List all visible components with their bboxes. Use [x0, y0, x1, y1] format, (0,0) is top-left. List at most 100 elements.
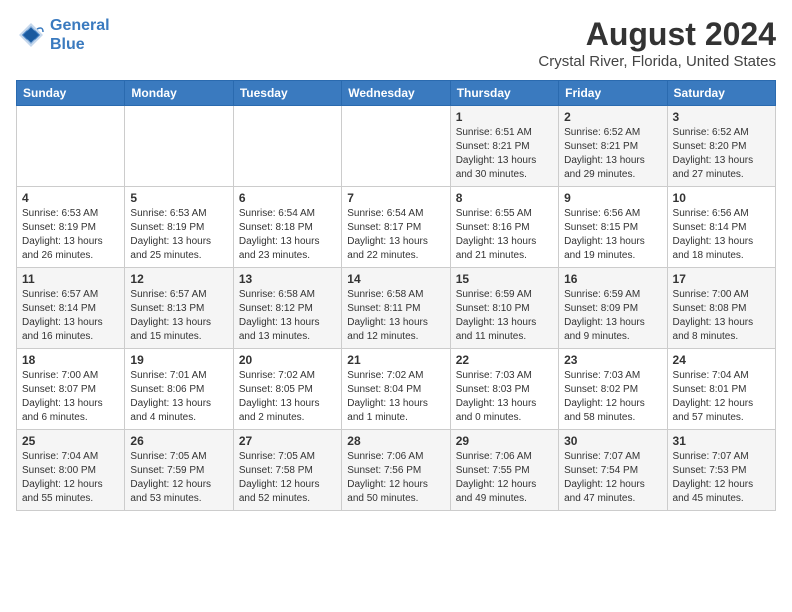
day-info: Sunrise: 7:03 AM Sunset: 8:03 PM Dayligh… — [456, 369, 553, 425]
calendar-table: SundayMondayTuesdayWednesdayThursdayFrid… — [16, 80, 776, 511]
day-info: Sunrise: 6:56 AM Sunset: 8:15 PM Dayligh… — [564, 207, 661, 263]
day-number: 7 — [347, 191, 444, 205]
logo-text: General Blue — [50, 16, 110, 54]
day-info: Sunrise: 6:51 AM Sunset: 8:21 PM Dayligh… — [456, 126, 553, 182]
day-number: 11 — [22, 272, 119, 286]
day-number: 14 — [347, 272, 444, 286]
header-thursday: Thursday — [450, 81, 558, 106]
day-info: Sunrise: 7:04 AM Sunset: 8:00 PM Dayligh… — [22, 450, 119, 506]
day-number: 26 — [130, 434, 227, 448]
calendar-cell: 30 Sunrise: 7:07 AM Sunset: 7:54 PM Dayli… — [559, 430, 667, 511]
calendar-cell: 12 Sunrise: 6:57 AM Sunset: 8:13 PM Dayli… — [125, 268, 233, 349]
day-number: 6 — [239, 191, 336, 205]
day-info: Sunrise: 6:55 AM Sunset: 8:16 PM Dayligh… — [456, 207, 553, 263]
day-info: Sunrise: 6:59 AM Sunset: 8:09 PM Dayligh… — [564, 288, 661, 344]
header-friday: Friday — [559, 81, 667, 106]
header-monday: Monday — [125, 81, 233, 106]
week-row-1: 1 Sunrise: 6:51 AM Sunset: 8:21 PM Daylig… — [17, 106, 776, 187]
day-number: 5 — [130, 191, 227, 205]
day-info: Sunrise: 7:05 AM Sunset: 7:58 PM Dayligh… — [239, 450, 336, 506]
calendar-cell: 17 Sunrise: 7:00 AM Sunset: 8:08 PM Dayli… — [667, 268, 775, 349]
calendar-cell: 11 Sunrise: 6:57 AM Sunset: 8:14 PM Dayli… — [17, 268, 125, 349]
page-title: August 2024 — [538, 16, 776, 53]
logo-icon — [16, 20, 46, 50]
day-number: 10 — [673, 191, 770, 205]
calendar-cell: 23Sunrise: 7:03 AM Sunset: 8:02 PM Dayli… — [559, 349, 667, 430]
day-info: Sunrise: 7:01 AM Sunset: 8:06 PM Dayligh… — [130, 369, 227, 425]
day-number: 18 — [22, 353, 119, 367]
calendar-cell: 25Sunrise: 7:04 AM Sunset: 8:00 PM Dayli… — [17, 430, 125, 511]
calendar-cell: 7 Sunrise: 6:54 AM Sunset: 8:17 PM Daylig… — [342, 187, 450, 268]
calendar-cell — [342, 106, 450, 187]
day-number: 22 — [456, 353, 553, 367]
day-number: 3 — [673, 110, 770, 124]
day-info: Sunrise: 7:07 AM Sunset: 7:54 PM Dayligh… — [564, 450, 661, 506]
calendar-cell: 28 Sunrise: 7:06 AM Sunset: 7:56 PM Dayli… — [342, 430, 450, 511]
calendar-cell: 13 Sunrise: 6:58 AM Sunset: 8:12 PM Dayli… — [233, 268, 341, 349]
week-row-2: 4Sunrise: 6:53 AM Sunset: 8:19 PM Daylig… — [17, 187, 776, 268]
day-number: 9 — [564, 191, 661, 205]
calendar-cell: 16Sunrise: 6:59 AM Sunset: 8:09 PM Dayli… — [559, 268, 667, 349]
days-header-row: SundayMondayTuesdayWednesdayThursdayFrid… — [17, 81, 776, 106]
week-row-3: 11 Sunrise: 6:57 AM Sunset: 8:14 PM Dayli… — [17, 268, 776, 349]
day-info: Sunrise: 7:03 AM Sunset: 8:02 PM Dayligh… — [564, 369, 661, 425]
calendar-cell — [233, 106, 341, 187]
calendar-cell: 1 Sunrise: 6:51 AM Sunset: 8:21 PM Daylig… — [450, 106, 558, 187]
calendar-cell: 27 Sunrise: 7:05 AM Sunset: 7:58 PM Dayli… — [233, 430, 341, 511]
calendar-cell: 22 Sunrise: 7:03 AM Sunset: 8:03 PM Dayli… — [450, 349, 558, 430]
title-block: August 2024 Crystal River, Florida, Unit… — [538, 16, 776, 70]
day-number: 15 — [456, 272, 553, 286]
week-row-4: 18 Sunrise: 7:00 AM Sunset: 8:07 PM Dayli… — [17, 349, 776, 430]
calendar-cell: 31 Sunrise: 7:07 AM Sunset: 7:53 PM Dayli… — [667, 430, 775, 511]
day-number: 30 — [564, 434, 661, 448]
calendar-cell: 2Sunrise: 6:52 AM Sunset: 8:21 PM Daylig… — [559, 106, 667, 187]
calendar-cell: 15 Sunrise: 6:59 AM Sunset: 8:10 PM Dayli… — [450, 268, 558, 349]
day-info: Sunrise: 7:00 AM Sunset: 8:08 PM Dayligh… — [673, 288, 770, 344]
day-info: Sunrise: 6:59 AM Sunset: 8:10 PM Dayligh… — [456, 288, 553, 344]
day-number: 28 — [347, 434, 444, 448]
day-info: Sunrise: 7:04 AM Sunset: 8:01 PM Dayligh… — [673, 369, 770, 425]
calendar-cell: 24Sunrise: 7:04 AM Sunset: 8:01 PM Dayli… — [667, 349, 775, 430]
day-number: 12 — [130, 272, 227, 286]
page-subtitle: Crystal River, Florida, United States — [538, 53, 776, 70]
day-info: Sunrise: 7:07 AM Sunset: 7:53 PM Dayligh… — [673, 450, 770, 506]
header-wednesday: Wednesday — [342, 81, 450, 106]
day-number: 8 — [456, 191, 553, 205]
header-sunday: Sunday — [17, 81, 125, 106]
calendar-cell: 3Sunrise: 6:52 AM Sunset: 8:20 PM Daylig… — [667, 106, 775, 187]
day-info: Sunrise: 7:02 AM Sunset: 8:05 PM Dayligh… — [239, 369, 336, 425]
day-info: Sunrise: 6:54 AM Sunset: 8:18 PM Dayligh… — [239, 207, 336, 263]
day-info: Sunrise: 6:57 AM Sunset: 8:14 PM Dayligh… — [22, 288, 119, 344]
calendar-cell: 14 Sunrise: 6:58 AM Sunset: 8:11 PM Dayli… — [342, 268, 450, 349]
calendar-cell: 4Sunrise: 6:53 AM Sunset: 8:19 PM Daylig… — [17, 187, 125, 268]
day-info: Sunrise: 7:06 AM Sunset: 7:55 PM Dayligh… — [456, 450, 553, 506]
day-number: 13 — [239, 272, 336, 286]
calendar-cell: 18 Sunrise: 7:00 AM Sunset: 8:07 PM Dayli… — [17, 349, 125, 430]
logo-line2: Blue — [50, 36, 85, 53]
day-number: 20 — [239, 353, 336, 367]
calendar-cell: 19Sunrise: 7:01 AM Sunset: 8:06 PM Dayli… — [125, 349, 233, 430]
calendar-cell: 9 Sunrise: 6:56 AM Sunset: 8:15 PM Daylig… — [559, 187, 667, 268]
logo: General Blue — [16, 16, 110, 54]
day-info: Sunrise: 6:57 AM Sunset: 8:13 PM Dayligh… — [130, 288, 227, 344]
calendar-cell: 8 Sunrise: 6:55 AM Sunset: 8:16 PM Daylig… — [450, 187, 558, 268]
day-info: Sunrise: 7:06 AM Sunset: 7:56 PM Dayligh… — [347, 450, 444, 506]
day-info: Sunrise: 6:58 AM Sunset: 8:12 PM Dayligh… — [239, 288, 336, 344]
logo-line1: General — [50, 17, 110, 34]
day-number: 2 — [564, 110, 661, 124]
day-info: Sunrise: 7:02 AM Sunset: 8:04 PM Dayligh… — [347, 369, 444, 425]
day-info: Sunrise: 6:58 AM Sunset: 8:11 PM Dayligh… — [347, 288, 444, 344]
day-number: 1 — [456, 110, 553, 124]
day-number: 27 — [239, 434, 336, 448]
day-info: Sunrise: 6:56 AM Sunset: 8:14 PM Dayligh… — [673, 207, 770, 263]
day-info: Sunrise: 6:54 AM Sunset: 8:17 PM Dayligh… — [347, 207, 444, 263]
header: General Blue August 2024 Crystal River, … — [16, 16, 776, 70]
day-number: 31 — [673, 434, 770, 448]
day-number: 17 — [673, 272, 770, 286]
header-saturday: Saturday — [667, 81, 775, 106]
day-info: Sunrise: 7:00 AM Sunset: 8:07 PM Dayligh… — [22, 369, 119, 425]
day-number: 29 — [456, 434, 553, 448]
calendar-cell: 10 Sunrise: 6:56 AM Sunset: 8:14 PM Dayli… — [667, 187, 775, 268]
calendar-cell: 29 Sunrise: 7:06 AM Sunset: 7:55 PM Dayli… — [450, 430, 558, 511]
header-tuesday: Tuesday — [233, 81, 341, 106]
